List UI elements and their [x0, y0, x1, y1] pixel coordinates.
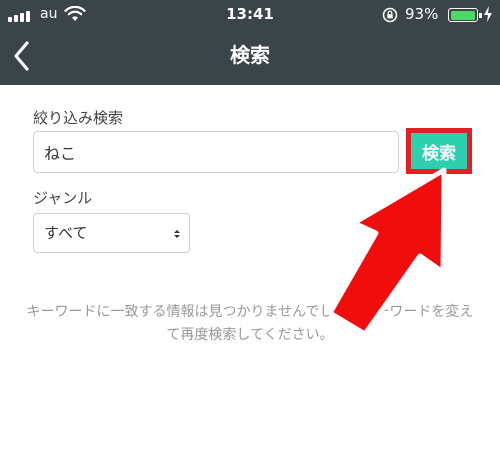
status-bar: au 13:41 93%	[0, 0, 500, 30]
charging-bolt-icon	[484, 6, 492, 22]
search-button[interactable]: 検索	[406, 128, 472, 174]
no-results-message: キーワードに一致する情報は見つかりませんでした。キーワードを変えて再度検索してく…	[26, 304, 474, 343]
page-title: 検索	[230, 43, 270, 67]
select-caret-icon	[174, 230, 180, 238]
navigation-bar: au 13:41 93% 検索	[0, 0, 500, 85]
genre-label: ジャンル	[33, 189, 93, 207]
battery-level-fill	[450, 10, 475, 20]
genre-selected-value: すべて	[44, 224, 88, 242]
keyword-search-input[interactable]	[33, 131, 399, 173]
rotation-lock-icon	[382, 7, 398, 23]
search-button-label: 検索	[411, 133, 467, 169]
back-chevron-icon[interactable]	[8, 38, 38, 74]
filter-search-label: 絞り込み検索	[33, 109, 124, 127]
battery-icon	[448, 8, 482, 22]
genre-select[interactable]: すべて	[33, 213, 190, 253]
battery-percentage: 93%	[405, 5, 439, 23]
